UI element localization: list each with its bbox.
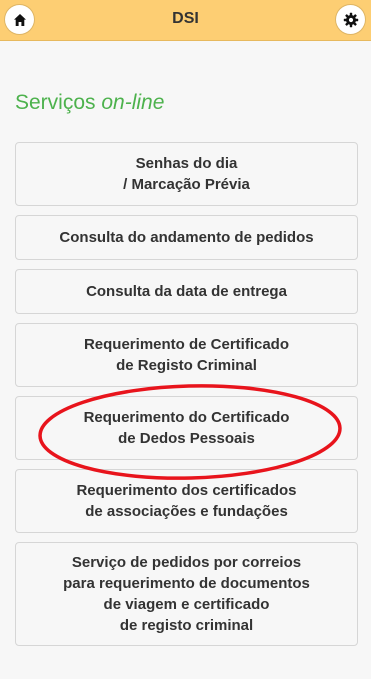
settings-button[interactable]: [336, 5, 365, 34]
menu-item-consulta-andamento[interactable]: Consulta do andamento de pedidos: [15, 215, 358, 260]
section-title: Serviços on-line: [15, 91, 164, 115]
section-title-emphasis: on-line: [101, 91, 165, 114]
section-title-text: Serviços: [15, 91, 102, 114]
services-menu: Senhas do dia / Marcação Prévia Consulta…: [15, 142, 358, 655]
menu-item-pedidos-correios[interactable]: Serviço de pedidos por correios para req…: [15, 542, 358, 646]
top-bar: DSI: [0, 0, 371, 41]
page-title: DSI: [172, 10, 199, 27]
menu-item-associacoes-fundacoes[interactable]: Requerimento dos certificados de associa…: [15, 469, 358, 533]
menu-item-dados-pessoais[interactable]: Requerimento do Certificado de Dedos Pes…: [15, 396, 358, 460]
menu-item-senhas-do-dia[interactable]: Senhas do dia / Marcação Prévia: [15, 142, 358, 206]
menu-item-registo-criminal[interactable]: Requerimento de Certificado de Registo C…: [15, 323, 358, 387]
gear-icon: [343, 12, 359, 28]
menu-item-consulta-data-entrega[interactable]: Consulta da data de entrega: [15, 269, 358, 314]
